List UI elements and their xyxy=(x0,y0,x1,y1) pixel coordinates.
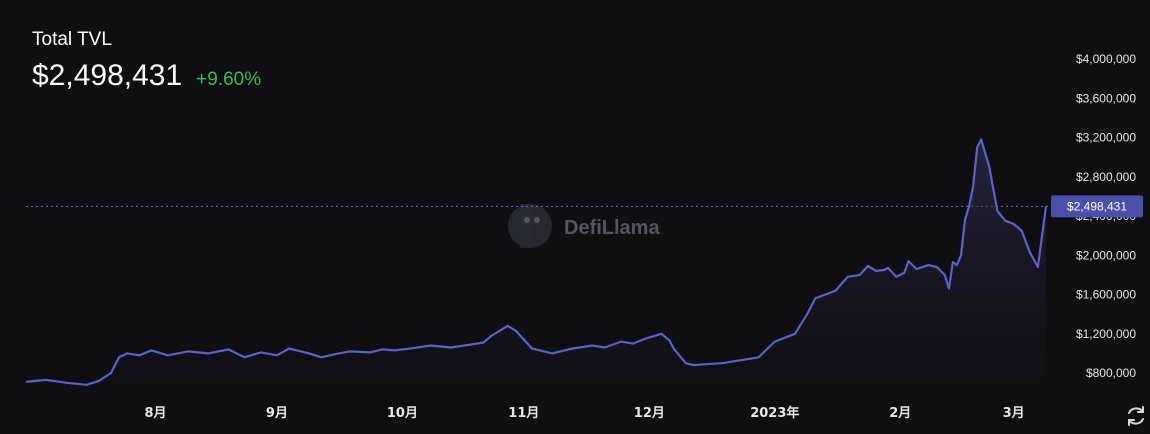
current-value-tag-text: $2,498,431 xyxy=(1067,199,1127,213)
x-tick-label: 12月 xyxy=(634,406,665,421)
y-tick-label: $3,600,000 xyxy=(1076,91,1136,105)
y-tick-label: $800,000 xyxy=(1086,366,1136,380)
y-tick-label: $3,200,000 xyxy=(1076,131,1136,145)
x-tick-label: 11月 xyxy=(508,406,539,421)
x-tick-label: 9月 xyxy=(266,406,288,421)
x-tick-label: 2023年 xyxy=(750,405,799,421)
current-value-tag: $2,498,431 xyxy=(1051,195,1143,218)
tvl-area xyxy=(26,139,1046,394)
x-tick-label: 8月 xyxy=(145,406,167,421)
x-tick-label: 3月 xyxy=(1003,406,1025,421)
x-axis: 8月 9月 10月 11月 12月 2023年 2月 3月 xyxy=(145,405,1025,421)
y-tick-label: $4,000,000 xyxy=(1076,52,1136,66)
y-tick-label: $1,200,000 xyxy=(1076,327,1136,341)
y-tick-label: $1,600,000 xyxy=(1076,288,1136,302)
x-tick-label: 2月 xyxy=(889,406,911,421)
watermark-text: DefiLlama xyxy=(564,217,660,239)
tvl-chart: DefiLlama $800,000 $1,200,000 $1,600,000 $2… xyxy=(25,52,1143,421)
watermark: DefiLlama xyxy=(508,204,660,248)
y-tick-label: $2,800,000 xyxy=(1076,170,1136,184)
x-tick-label: 10月 xyxy=(387,406,418,421)
defillama-logo-icon xyxy=(508,204,552,248)
y-tick-label: $2,000,000 xyxy=(1076,248,1136,262)
refresh-icon[interactable] xyxy=(1124,404,1148,428)
